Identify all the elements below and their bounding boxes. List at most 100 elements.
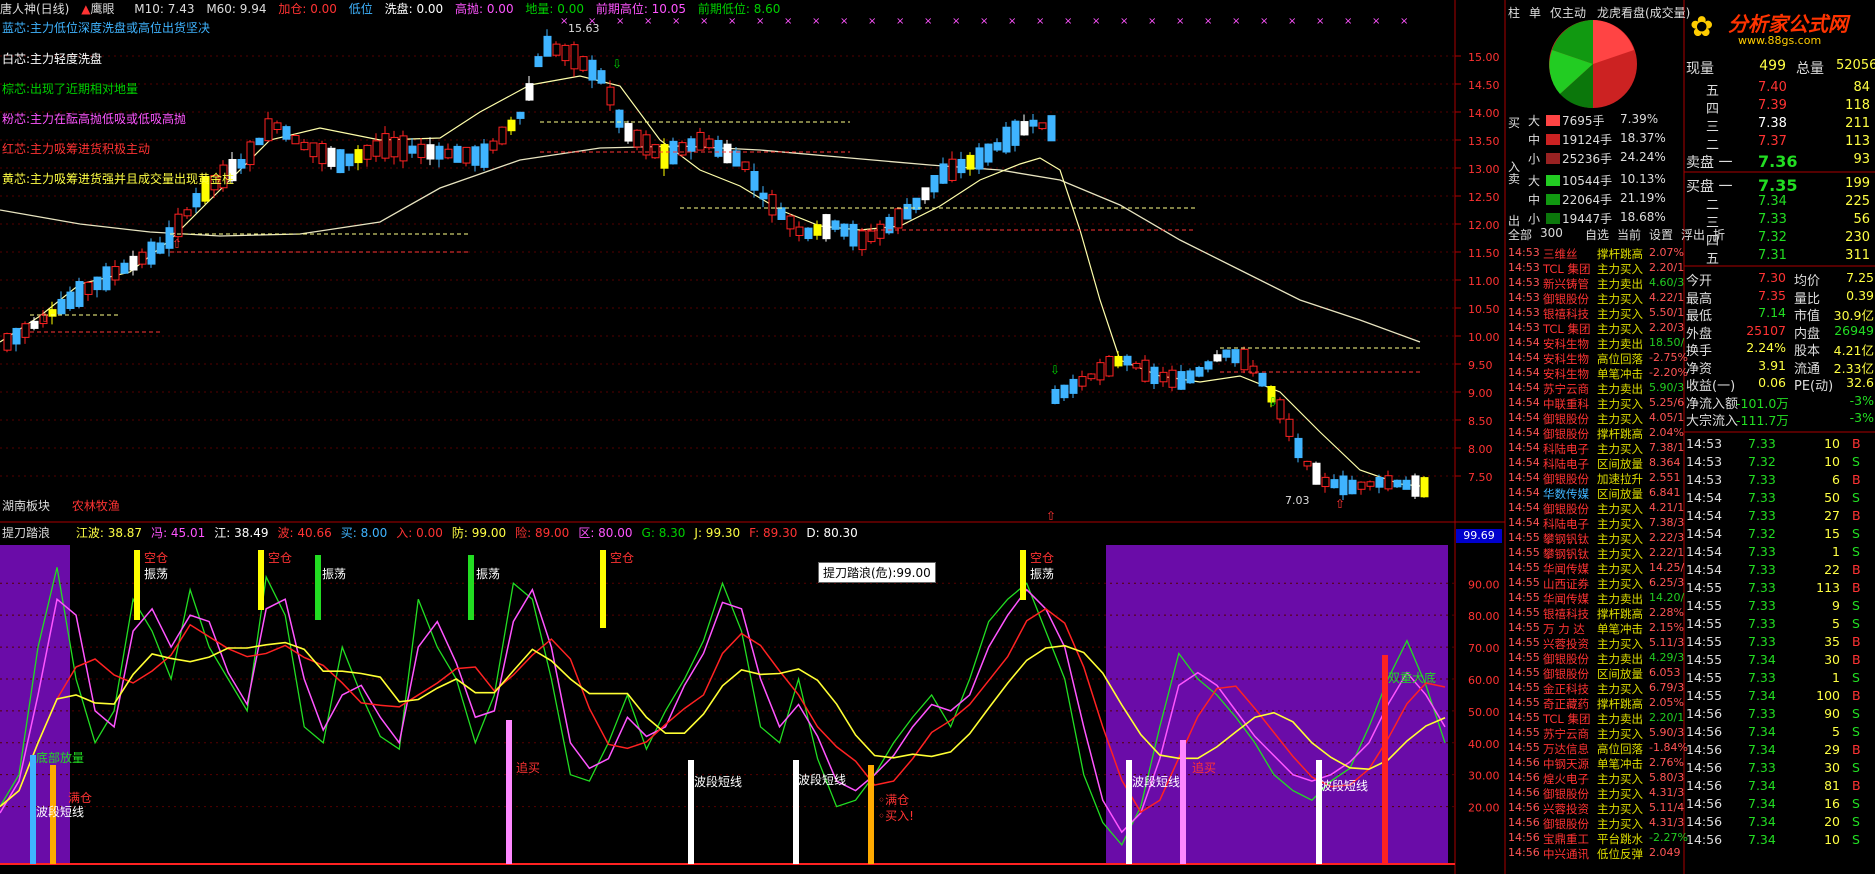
price-axis-label: 12.50 (1468, 191, 1500, 204)
tape-stock[interactable]: 中兴通讯 (1543, 846, 1589, 862)
sector-region[interactable]: 湖南板块 (2, 499, 50, 513)
candle-body (1303, 460, 1312, 467)
tape-stock[interactable]: 兴蓉投资 (1543, 636, 1589, 652)
tape-tab[interactable]: 当前 (1617, 226, 1641, 243)
tape-stock[interactable]: 中联重科 (1543, 396, 1589, 412)
tape-stock[interactable]: 宝鼎重工 (1543, 831, 1589, 847)
candle-body (786, 215, 795, 230)
candle-body (876, 223, 885, 239)
indicator-tooltip: 提刀踏浪(危):99.00 (818, 562, 936, 583)
tape-stock[interactable]: 三维丝 (1543, 246, 1578, 262)
tape-stock[interactable]: 安科生物 (1543, 336, 1589, 352)
tape-stock[interactable]: 御银股份 (1543, 816, 1589, 832)
tape-stock[interactable]: TCL 集团 (1543, 321, 1590, 337)
tape-stock[interactable]: 科陆电子 (1543, 456, 1589, 472)
tick-price: 7.32 (1748, 526, 1776, 541)
tape-stock[interactable]: 攀钢钒钛 (1543, 546, 1589, 562)
total-volume-label: 总量 (1796, 61, 1824, 77)
tape-stock[interactable]: 安科生物 (1543, 351, 1589, 367)
tape-tab[interactable]: 自选 (1585, 226, 1609, 243)
indicator-name[interactable]: 提刀踏浪 (2, 526, 50, 540)
tape-event: 主力卖出 (1597, 592, 1643, 606)
tape-tab[interactable]: 设置 (1649, 226, 1673, 243)
tick-price: 7.34 (1748, 796, 1776, 811)
tape-stock[interactable]: 华数传媒 (1543, 486, 1589, 502)
tape-stock[interactable]: 银禧科技 (1543, 606, 1589, 622)
tick-side: S (1852, 706, 1860, 721)
tape-stock[interactable]: 华闻传媒 (1543, 591, 1589, 607)
tape-time: 14:53 (1508, 291, 1540, 304)
tape-stock[interactable]: 御银股份 (1543, 651, 1589, 667)
top-marker: × (868, 16, 876, 27)
tape-stock[interactable]: 御银股份 (1543, 666, 1589, 682)
tape-stock[interactable]: 御银股份 (1543, 291, 1589, 307)
tape-stock[interactable]: 御银股份 (1543, 501, 1589, 517)
label-band: 波段短线 (1320, 778, 1368, 793)
candle-body (795, 226, 804, 236)
tape-stock[interactable]: 御银股份 (1543, 786, 1589, 802)
tape-stock[interactable]: 御银股份 (1543, 471, 1589, 487)
tape-tab[interactable]: 300 (1540, 226, 1563, 240)
tick-time: 14:56 (1686, 724, 1723, 739)
top-marker: × (1232, 16, 1240, 27)
tape-value: 5.11/3 (1649, 636, 1685, 649)
stat-label: 流通 (1794, 361, 1821, 377)
panel-tab[interactable]: 龙虎看盘(成交量) (1597, 4, 1690, 21)
panel-tab[interactable]: 仅主动 (1550, 4, 1586, 21)
tape-stock[interactable]: 万 力 达 (1543, 621, 1585, 637)
indicator-value: D: 80.30 (806, 526, 858, 540)
tape-stock[interactable]: 攀钢钒钛 (1543, 531, 1589, 547)
tape-stock[interactable]: 科陆电子 (1543, 516, 1589, 532)
tape-stock[interactable]: 御银股份 (1543, 411, 1589, 427)
tape-tab[interactable]: 全部 (1508, 226, 1532, 243)
tick-price: 7.33 (1748, 508, 1776, 523)
tape-stock[interactable]: 华闻传媒 (1543, 561, 1589, 577)
stat-value: -111.7万 (1736, 413, 1789, 428)
tape-stock[interactable]: TCL 集团 (1543, 711, 1590, 727)
tape-stock[interactable]: TCL 集团 (1543, 261, 1590, 277)
tape-stock[interactable]: 金正科技 (1543, 681, 1589, 697)
tape-tab[interactable]: 浮出 (1681, 226, 1705, 243)
tape-time: 14:55 (1508, 726, 1540, 739)
tape-stock[interactable]: 中钢天源 (1543, 756, 1589, 772)
tape-stock[interactable]: 苏宁云商 (1543, 726, 1589, 742)
tape-stock[interactable]: 安科生物 (1543, 366, 1589, 382)
flow-volume: 10544手 (1562, 174, 1613, 188)
tape-event: 主力买入 (1597, 817, 1643, 831)
top-marker: × (1316, 16, 1324, 27)
candle-body (1069, 378, 1078, 394)
tape-stock[interactable]: 银禧科技 (1543, 306, 1589, 322)
sector-industry[interactable]: 农林牧渔 (72, 499, 120, 513)
tape-event: 低位反弹 (1597, 847, 1643, 861)
tick-time: 14:53 (1686, 454, 1723, 469)
tape-stock[interactable]: 山西证券 (1543, 576, 1589, 592)
stat-value: 0.06 (1758, 375, 1786, 390)
panel-tab[interactable]: 柱 (1508, 4, 1520, 21)
top-marker: × (1008, 16, 1016, 27)
ask-volume: 93 (1853, 152, 1870, 167)
candle-body (579, 56, 588, 71)
tape-stock[interactable]: 奇正藏药 (1543, 696, 1589, 712)
tape-stock[interactable]: 煌火电子 (1543, 771, 1589, 787)
tape-value: 2.15% (1649, 621, 1684, 634)
candle-body (84, 281, 93, 295)
tape-stock[interactable]: 苏宁云商 (1543, 381, 1589, 397)
tape-event: 区间放量 (1597, 487, 1643, 501)
stock-title[interactable]: 唐人神(日线) (0, 2, 69, 16)
tape-stock[interactable]: 新兴铸管 (1543, 276, 1589, 292)
tape-stock[interactable]: 科陆电子 (1543, 441, 1589, 457)
ask-level: 五 (1706, 84, 1720, 99)
tape-stock[interactable]: 兴蓉投资 (1543, 801, 1589, 817)
panel-tab[interactable]: 单 (1529, 4, 1541, 21)
flow-label: 卖 (1508, 172, 1521, 186)
tick-volume: 113 (1816, 580, 1840, 595)
candle-body (921, 187, 930, 201)
candle-body (426, 144, 435, 160)
tape-stock[interactable]: 万达信息 (1543, 741, 1589, 757)
candle-body (966, 154, 975, 170)
tape-stock[interactable]: 御银股份 (1543, 426, 1589, 442)
tape-value: 2.049 (1649, 846, 1681, 859)
tape-time: 14:55 (1508, 576, 1540, 589)
tick-side: S (1852, 670, 1860, 685)
stat-value: -3% (1849, 410, 1874, 425)
